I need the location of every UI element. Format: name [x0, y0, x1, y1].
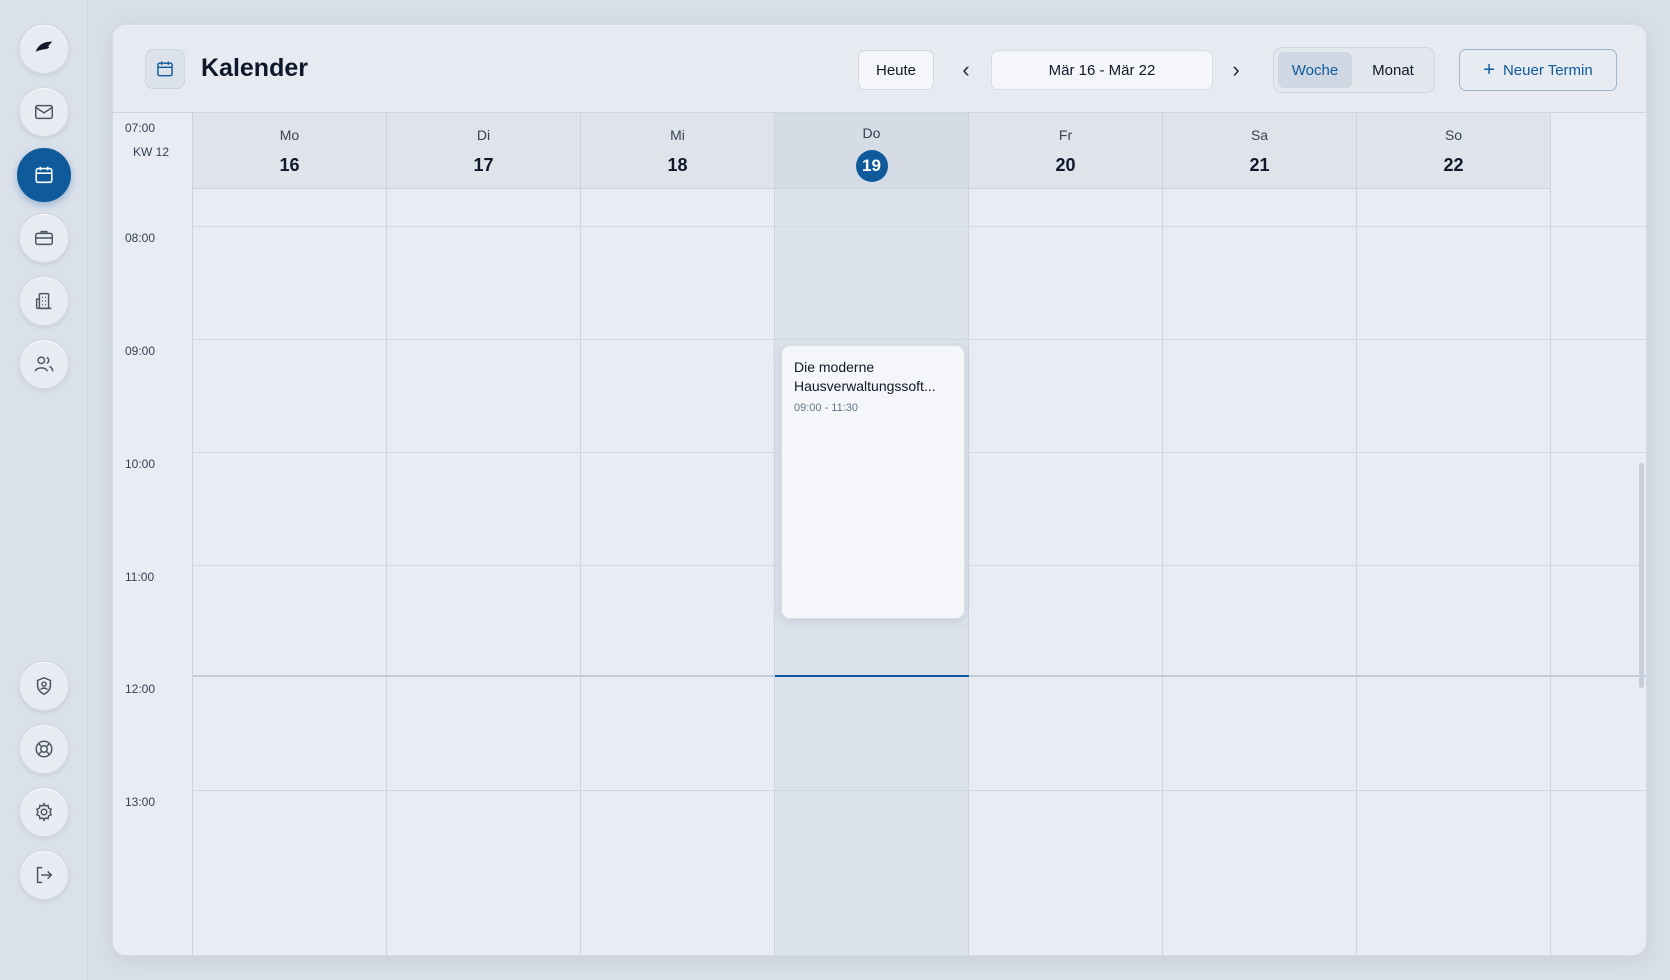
event-title: Die moderne Hausverwaltungssoft... — [794, 359, 936, 394]
nav-users[interactable] — [19, 339, 69, 389]
day-name: Fr — [1058, 127, 1073, 143]
day-column-di[interactable]: Di 17 — [387, 113, 581, 955]
day-header: So 22 — [1357, 113, 1550, 189]
lifebuoy-icon — [35, 740, 53, 758]
today-button[interactable]: Heute — [858, 50, 934, 90]
day-name: Mo — [279, 127, 300, 143]
day-name: Mi — [670, 127, 685, 143]
today-badge: 19 — [855, 150, 888, 182]
day-number: 17 — [473, 155, 494, 175]
logout-icon — [36, 866, 53, 884]
calendar-toolbar: Kalender Heute ‹ Mär 16 - Mär 22 › Woche… — [113, 25, 1646, 113]
nav-security[interactable] — [19, 661, 69, 711]
shield-user-icon — [36, 676, 52, 696]
prev-week-button[interactable]: ‹ — [951, 52, 981, 88]
day-name: Sa — [1250, 127, 1269, 143]
week-grid: 07:00 KW 12 08:00 09:00 10:00 11:00 12:0… — [113, 113, 1646, 955]
day-number: 21 — [1249, 155, 1270, 175]
briefcase-icon — [35, 230, 53, 246]
time-label: 08:00 — [125, 231, 156, 245]
nav-mail[interactable] — [19, 87, 69, 137]
nav-calendar[interactable] — [17, 148, 71, 202]
time-label: 12:00 — [125, 682, 156, 696]
logo-leaf-icon — [35, 41, 53, 52]
next-week-button[interactable]: › — [1221, 52, 1251, 88]
nav-logout[interactable] — [19, 850, 69, 900]
new-event-label: Neuer Termin — [1502, 61, 1593, 79]
time-gutter: 07:00 KW 12 08:00 09:00 10:00 11:00 12:0… — [113, 113, 193, 955]
day-number: 20 — [1055, 155, 1076, 175]
nav-settings[interactable] — [19, 787, 69, 837]
day-header: Mo 16 — [193, 113, 386, 189]
calendar-icon — [157, 61, 173, 77]
date-range-display: Mär 16 - Mär 22 — [991, 50, 1213, 90]
week-number-label: KW 12 — [133, 145, 170, 159]
day-number: 22 — [1443, 155, 1464, 175]
day-name: Do — [862, 125, 881, 141]
event-time: 09:00 - 11:30 — [794, 402, 859, 414]
day-column-mo[interactable]: Mo 16 — [193, 113, 387, 955]
hour-line — [193, 339, 1646, 340]
day-number: 18 — [667, 155, 688, 175]
gear-icon — [35, 802, 53, 822]
day-header: Fr 20 — [969, 113, 1162, 189]
view-month-tab[interactable]: Monat — [1356, 52, 1430, 88]
title-calendar-badge — [145, 49, 185, 89]
plus-icon: + — [1483, 59, 1495, 81]
hour-line — [193, 790, 1646, 791]
day-header: Di 17 — [387, 113, 580, 189]
day-column-sa[interactable]: Sa 21 — [1163, 113, 1357, 955]
day-column-mi[interactable]: Mi 18 — [581, 113, 775, 955]
calendar-panel: Kalender Heute ‹ Mär 16 - Mär 22 › Woche… — [112, 24, 1647, 956]
logo-button[interactable] — [19, 24, 69, 74]
time-label: 10:00 — [125, 457, 156, 471]
first-time-label: 07:00 — [125, 121, 156, 135]
page-title: Kalender — [201, 54, 308, 82]
event-card[interactable]: Die moderne Hausverwaltungssoft... 09:00… — [781, 345, 965, 619]
mail-icon — [35, 104, 53, 120]
nav-building[interactable] — [19, 276, 69, 326]
day-column-fr[interactable]: Fr 20 — [969, 113, 1163, 955]
time-label: 13:00 — [125, 795, 156, 809]
sidebar — [0, 0, 88, 980]
current-time-marker — [775, 675, 969, 677]
hour-line — [193, 226, 1646, 227]
users-icon — [34, 356, 54, 372]
time-label: 09:00 — [125, 344, 156, 358]
day-column-so[interactable]: So 22 — [1357, 113, 1551, 955]
view-switch: Woche Monat — [1273, 47, 1435, 93]
day-name: Di — [476, 127, 491, 143]
grid-scrollbar[interactable] — [1639, 463, 1644, 688]
nav-briefcase[interactable] — [19, 213, 69, 263]
time-label: 11:00 — [125, 570, 155, 584]
nav-support[interactable] — [19, 724, 69, 774]
day-name: So — [1444, 127, 1463, 143]
new-event-button[interactable]: + Neuer Termin — [1459, 49, 1617, 91]
building-icon — [35, 292, 52, 310]
day-header: Sa 21 — [1163, 113, 1356, 189]
day-header: Mi 18 — [581, 113, 774, 189]
view-week-tab[interactable]: Woche — [1278, 52, 1352, 88]
day-header: Do 19 — [775, 113, 968, 189]
day-number: 16 — [279, 155, 300, 175]
calendar-icon — [35, 166, 53, 184]
